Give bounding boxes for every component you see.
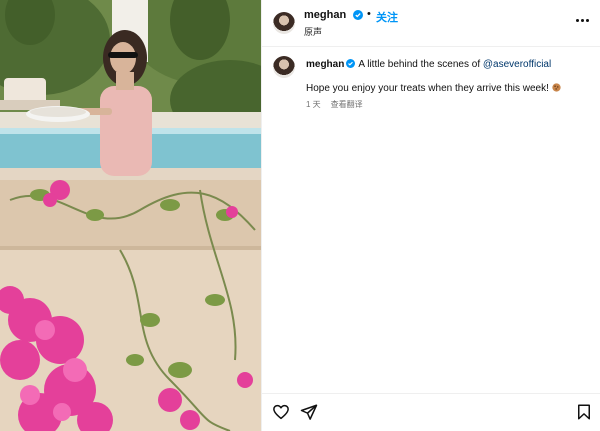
caption-mention-link[interactable]: @aseverofficial [483, 59, 551, 70]
caption-avatar[interactable] [273, 56, 295, 78]
caption-username[interactable]: meghan [306, 59, 344, 70]
caption-line: meghan A little behind the scenes of @ase… [306, 59, 596, 71]
verified-badge-icon [353, 10, 363, 20]
original-audio-label[interactable]: 原声 [304, 25, 322, 38]
send-icon[interactable] [300, 403, 318, 421]
post-header: meghan • 关注 原声 [262, 0, 600, 46]
action-bar [262, 393, 600, 431]
caption-text: A little behind the scenes of [358, 59, 483, 70]
header-separator: • [367, 8, 371, 20]
bookmark-icon[interactable] [575, 403, 593, 421]
verified-badge-icon [346, 59, 356, 68]
see-translation-link[interactable]: 查看翻译 [331, 100, 363, 109]
author-avatar[interactable] [273, 12, 295, 34]
caption-second-line: Hope you enjoy your treats when they arr… [306, 83, 561, 94]
post-media[interactable] [0, 0, 261, 431]
cookie-icon [552, 83, 561, 92]
media-photo [0, 0, 261, 431]
instagram-post: meghan • 关注 原声 meghan A little behind the… [0, 0, 600, 431]
post-details-panel: meghan • 关注 原声 meghan A little behind the… [261, 0, 600, 431]
post-time[interactable]: 1 天 [306, 100, 321, 109]
follow-button[interactable]: 关注 [376, 9, 398, 25]
caption-message: Hope you enjoy your treats when they arr… [306, 83, 549, 94]
heart-icon[interactable] [272, 403, 290, 421]
caption-meta: 1 天 查看翻译 [306, 99, 363, 110]
more-options-icon[interactable] [576, 13, 590, 27]
author-username[interactable]: meghan [304, 9, 346, 21]
header-divider [262, 46, 600, 47]
